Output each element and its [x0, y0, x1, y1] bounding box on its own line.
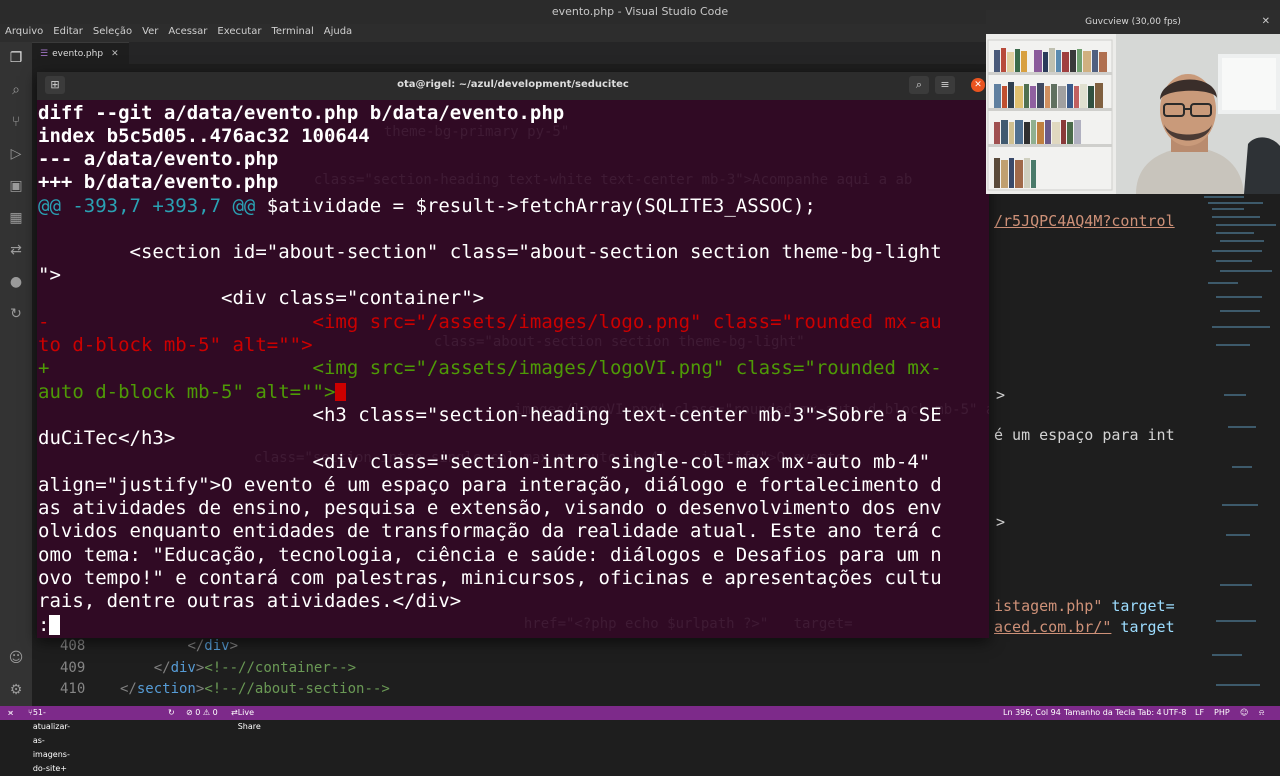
close-tab-icon[interactable]: ✕: [111, 49, 119, 59]
window-title: evento.php - Visual Studio Code: [551, 5, 729, 18]
activity-bar: ❐ ⌕ ⑂ ▷ ▣ ▦ ⇄ ● ↻ ☺ ⚙: [0, 42, 32, 706]
tab-size[interactable]: Tamanho da Tecla Tab: 4: [1064, 706, 1162, 720]
webcam-image: [986, 34, 1280, 194]
menu-arquivo[interactable]: Arquivo: [0, 24, 48, 39]
diff-context-line: align="justify">O evento é um espaço par…: [38, 474, 942, 496]
language-mode[interactable]: PHP: [1214, 706, 1230, 720]
diff-added-line: + <img src="/assets/images/logoVI.png" c…: [38, 357, 942, 379]
menu-executar[interactable]: Executar: [212, 24, 266, 39]
fold-marker-icon[interactable]: >: [996, 386, 1005, 404]
encoding[interactable]: UTF-8: [1163, 706, 1186, 720]
files-icon[interactable]: ❐: [0, 42, 32, 74]
diff-context-line: duCiTec</h3>: [38, 427, 176, 449]
remote-icon[interactable]: ⪤: [8, 706, 13, 720]
live-share-button[interactable]: ⇄ Live Share: [231, 706, 261, 731]
terminal-header: ⊞ ota@rigel: ~/azul/development/seducite…: [37, 72, 989, 100]
webcam-window[interactable]: Guvcview (30,00 fps) ✕: [986, 10, 1280, 194]
code-line: 410 </section><!--//about-section-->: [60, 681, 390, 697]
live-share-icon[interactable]: ⇄: [0, 234, 32, 266]
diff-old-file-line: --- a/data/evento.php: [38, 148, 279, 170]
menu-ajuda[interactable]: Ajuda: [319, 24, 357, 39]
editor-visible-text: istagem.php" target=: [994, 597, 1175, 615]
terminal-output[interactable]: theme-bg-primary py-5" class="section-he…: [37, 100, 989, 638]
notifications-icon[interactable]: ⍾: [1259, 706, 1264, 720]
code-line: 409 </div><!--//container-->: [60, 660, 357, 676]
cursor-position[interactable]: Ln 396, Col 94: [1003, 706, 1061, 720]
extensions-icon[interactable]: ▦: [0, 202, 32, 234]
diff-context-line: ">: [38, 264, 61, 286]
terminal-window[interactable]: ⊞ ota@rigel: ~/azul/development/seducite…: [37, 72, 989, 638]
search-icon[interactable]: ⌕: [909, 76, 929, 94]
github-icon[interactable]: ●: [0, 266, 32, 298]
diff-context-line: ovo tempo!" e contará com palestras, min…: [38, 567, 942, 589]
php-file-icon: ☰: [40, 49, 49, 59]
diff-hunk-line: @@ -393,7 +393,7 @@ $atividade = $result…: [38, 195, 816, 217]
diff-context-line: <div class="container">: [38, 287, 485, 309]
diff-removed-line: to d-block mb-5" alt="">: [38, 334, 313, 356]
diff-added-line: auto d-block mb-5" alt="">: [38, 381, 347, 404]
terminal-cursor: [49, 615, 61, 635]
source-control-icon[interactable]: ⑂: [0, 106, 32, 138]
sync-icon[interactable]: ↻: [168, 706, 175, 720]
diff-index-line: index b5c5d05..476ac32 100644: [38, 125, 370, 147]
webcam-title: Guvcview (30,00 fps): [1085, 17, 1181, 27]
feedback-icon[interactable]: ☺: [1240, 706, 1248, 720]
whitespace-marker: [335, 383, 347, 401]
diff-context-line: rais, dentre outras atividades.</div>: [38, 590, 462, 612]
diff-header-line: diff --git a/data/evento.php b/data/even…: [38, 102, 565, 124]
editor-visible-text: é um espaço para int: [994, 426, 1175, 444]
timeline-icon[interactable]: ↻: [0, 298, 32, 330]
webcam-titlebar: Guvcview (30,00 fps) ✕: [986, 10, 1280, 34]
git-branch[interactable]: ⑂ 51-atualizar-as-imagens-do-site+: [28, 706, 70, 773]
menu-ver[interactable]: Ver: [137, 24, 163, 39]
diff-context-line: olvidos enquanto entidades de transforma…: [38, 520, 942, 542]
close-icon[interactable]: ✕: [1262, 10, 1270, 34]
status-bar: ⪤ ⑂ 51-atualizar-as-imagens-do-site+ ↻ ⊘…: [0, 706, 1280, 773]
diff-context-line: as atividades de ensino, pesquisa e exte…: [38, 497, 942, 519]
tab-label: evento.php: [52, 49, 104, 59]
remote-explorer-icon[interactable]: ▣: [0, 170, 32, 202]
diff-new-file-line: +++ b/data/evento.php: [38, 171, 279, 193]
diff-context-line: <section id="about-section" class="about…: [38, 241, 942, 263]
menu-acessar[interactable]: Acessar: [163, 24, 212, 39]
fold-marker-icon[interactable]: >: [996, 513, 1005, 531]
webcam-video-frame: [986, 34, 1280, 194]
menu-terminal[interactable]: Terminal: [266, 24, 318, 39]
code-line: 408 </div>: [60, 638, 239, 654]
editor-tab-strip: ☰ evento.php ✕: [32, 42, 988, 65]
problems-indicator[interactable]: ⊘ 0 ⚠ 0: [186, 706, 218, 720]
tab-evento-php[interactable]: ☰ evento.php ✕: [32, 42, 129, 65]
diff-context-line: omo tema: "Educação, tecnologia, ciência…: [38, 544, 942, 566]
settings-gear-icon[interactable]: ⚙: [0, 674, 32, 706]
search-icon[interactable]: ⌕: [0, 74, 32, 106]
menu-selecao[interactable]: Seleção: [88, 24, 137, 39]
diff-removed-line: - <img src="/assets/images/logo.png" cla…: [38, 311, 942, 333]
run-debug-icon[interactable]: ▷: [0, 138, 32, 170]
editor-visible-text: /r5JQPC4AQ4M?control: [994, 212, 1175, 230]
menu-editar[interactable]: Editar: [48, 24, 88, 39]
account-icon[interactable]: ☺: [0, 642, 32, 674]
editor-visible-text: aced.com.br/" target: [994, 618, 1175, 636]
diff-context-line: <div class="section-intro single-col-max…: [38, 451, 931, 473]
menu-icon[interactable]: ≡: [935, 76, 955, 94]
diff-context-line: <h3 class="section-heading text-center m…: [38, 404, 942, 426]
terminal-title: ota@rigel: ~/azul/development/seducitec: [397, 79, 629, 90]
pager-prompt[interactable]: :: [38, 614, 61, 637]
close-icon[interactable]: ✕: [971, 78, 985, 92]
end-of-line[interactable]: LF: [1195, 706, 1204, 720]
